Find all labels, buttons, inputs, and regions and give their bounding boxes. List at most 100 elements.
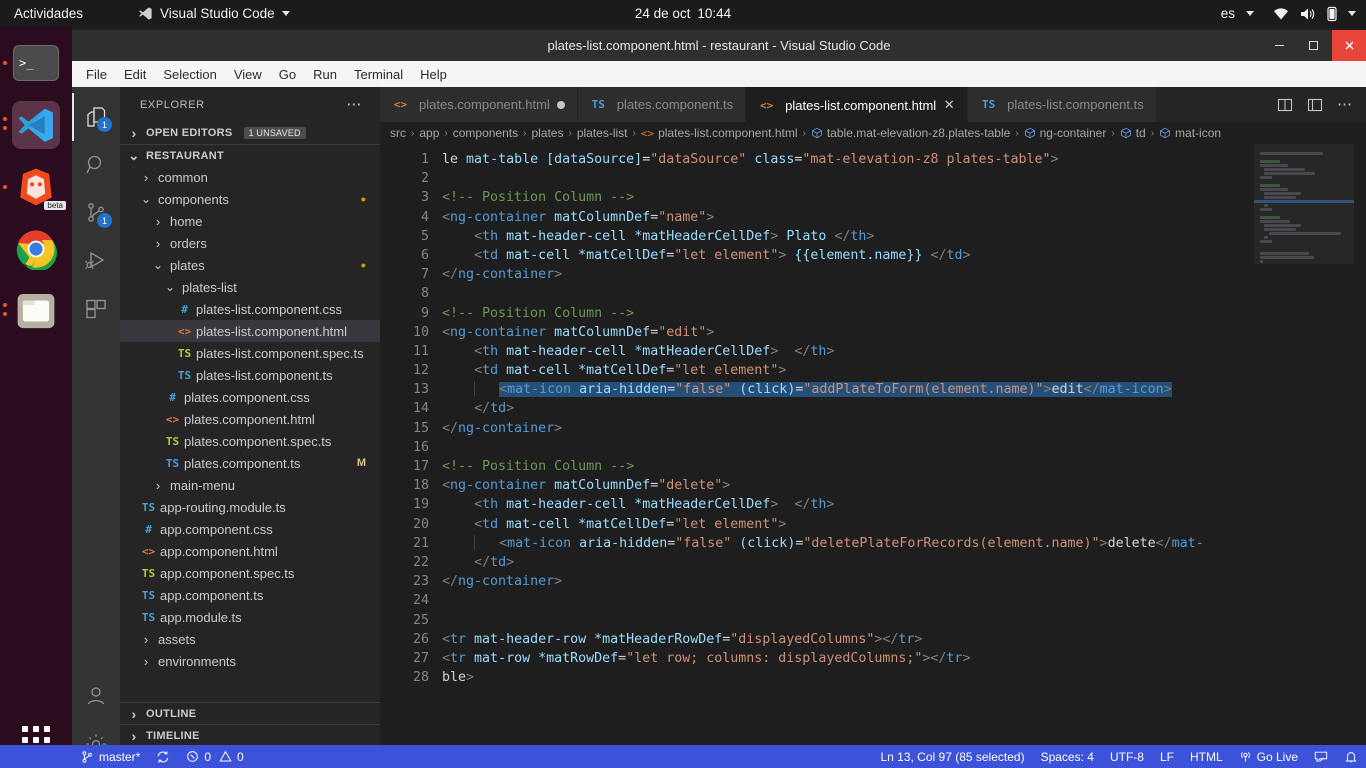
tree-folder[interactable]: ›environments	[120, 650, 380, 672]
editor-tab[interactable]: TSplates.component.ts	[578, 87, 746, 122]
sidebar-section-open-editors[interactable]: › OPEN EDITORS 1 UNSAVED	[120, 122, 380, 144]
code-line[interactable]: <!-- Position Column -->	[442, 304, 1366, 323]
code-line[interactable]: <!-- Position Column -->	[442, 188, 1366, 207]
code-line[interactable]: </ng-container>	[442, 265, 1366, 284]
code-line[interactable]: <!-- Position Column -->	[442, 457, 1366, 476]
dock-item-vscode[interactable]	[12, 101, 60, 149]
breadcrumb-item[interactable]: table.mat-elevation-z8.plates-table	[811, 126, 1010, 140]
code-line[interactable]: <mat-icon aria-hidden="false" (click)="d…	[442, 534, 1366, 553]
breadcrumb-item[interactable]: <>plates-list.component.html	[641, 126, 798, 140]
activitybar-item-search[interactable]	[72, 141, 120, 189]
sidebar-section-timeline[interactable]: › TIMELINE	[120, 724, 380, 746]
code-line[interactable]: <ng-container matColumnDef="delete">	[442, 476, 1366, 495]
code-line[interactable]: <ng-container matColumnDef="edit">	[442, 323, 1366, 342]
tree-folder[interactable]: ›assets	[120, 628, 380, 650]
split-editor-icon[interactable]	[1277, 97, 1293, 113]
status-sync[interactable]	[148, 745, 178, 768]
menu-file[interactable]: File	[86, 67, 107, 82]
activitybar-item-explorer[interactable]: 1	[72, 93, 120, 141]
minimize-button[interactable]	[1262, 30, 1296, 61]
tree-file[interactable]: #plates.component.css	[120, 386, 380, 408]
breadcrumb-item[interactable]: mat-icon	[1159, 126, 1221, 140]
menu-view[interactable]: View	[234, 67, 262, 82]
tree-file[interactable]: TSplates.component.spec.ts	[120, 430, 380, 452]
keyboard-layout-label[interactable]: es	[1221, 6, 1235, 21]
menu-edit[interactable]: Edit	[124, 67, 146, 82]
sidebar-section-outline[interactable]: › OUTLINE	[120, 702, 380, 724]
code-line[interactable]: ble>	[442, 668, 1366, 687]
minimap-slider[interactable]	[1254, 144, 1354, 264]
tree-folder[interactable]: ›orders	[120, 232, 380, 254]
tab-close-icon[interactable]: ✕	[943, 97, 955, 113]
minimap[interactable]	[1254, 144, 1354, 768]
code-line[interactable]	[442, 169, 1366, 188]
breadcrumb-item[interactable]: app	[419, 126, 439, 140]
status-cursor-position[interactable]: Ln 13, Col 97 (85 selected)	[872, 745, 1032, 768]
code-line[interactable]: </td>	[442, 399, 1366, 418]
code-line[interactable]: </ng-container>	[442, 419, 1366, 438]
tree-folder[interactable]: ⌄components●	[120, 188, 380, 210]
dock-item-files[interactable]	[12, 287, 60, 335]
code-line[interactable]: </ng-container>	[442, 572, 1366, 591]
breadcrumb-item[interactable]: src	[390, 126, 406, 140]
activitybar-item-accounts[interactable]	[72, 672, 120, 720]
breadcrumb-item[interactable]: components	[453, 126, 518, 140]
tree-file[interactable]: TSapp.component.ts	[120, 584, 380, 606]
breadcrumb-item[interactable]: ng-container	[1024, 126, 1107, 140]
code-content[interactable]: le mat-table [dataSource]="dataSource" c…	[442, 144, 1366, 687]
code-line[interactable]: <td mat-cell *matCellDef="let element">	[442, 361, 1366, 380]
tree-file[interactable]: TSapp.component.spec.ts	[120, 562, 380, 584]
dock-item-chrome[interactable]	[12, 225, 60, 273]
status-indentation[interactable]: Spaces: 4	[1033, 745, 1102, 768]
code-line[interactable]: <tr mat-row *matRowDef="let row; columns…	[442, 649, 1366, 668]
tree-file[interactable]: TSapp.module.ts	[120, 606, 380, 628]
editor-tab[interactable]: TSplates-list.component.ts	[968, 87, 1157, 122]
code-line[interactable]: <th mat-header-cell *matHeaderCellDef> P…	[442, 227, 1366, 246]
tree-file[interactable]: TSplates-list.component.ts	[120, 364, 380, 386]
code-editor[interactable]: 1234567891011121314151617181920212223242…	[380, 144, 1366, 768]
menu-selection[interactable]: Selection	[163, 67, 216, 82]
menu-terminal[interactable]: Terminal	[354, 67, 403, 82]
code-line[interactable]: le mat-table [dataSource]="dataSource" c…	[442, 150, 1366, 169]
status-go-live[interactable]: Go Live	[1231, 745, 1306, 768]
tree-folder[interactable]: ›main-menu	[120, 474, 380, 496]
activities-button[interactable]: Actividades	[14, 6, 83, 21]
tree-file[interactable]: TSapp-routing.module.ts	[120, 496, 380, 518]
dock-item-brave-beta[interactable]: beta	[12, 163, 60, 211]
status-branch[interactable]: master*	[72, 745, 148, 768]
code-line[interactable]: <ng-container matColumnDef="name">	[442, 208, 1366, 227]
status-eol[interactable]: LF	[1152, 745, 1182, 768]
tree-folder[interactable]: ›home	[120, 210, 380, 232]
breadcrumb-item[interactable]: plates-list	[577, 126, 628, 140]
more-actions-icon[interactable]: ⋯	[1337, 101, 1352, 109]
code-line[interactable]	[442, 591, 1366, 610]
status-problems[interactable]: 0 0	[178, 745, 251, 768]
activitybar-item-run-debug[interactable]	[72, 237, 120, 285]
editor-tab[interactable]: <>plates-list.component.html✕	[746, 87, 968, 122]
status-notifications[interactable]	[1336, 745, 1366, 768]
menu-help[interactable]: Help	[420, 67, 447, 82]
activitybar-item-source-control[interactable]: 1	[72, 189, 120, 237]
code-line[interactable]: </td>	[442, 553, 1366, 572]
sidebar-section-workspace[interactable]: ⌄ RESTAURANT	[120, 144, 380, 166]
activitybar-item-extensions[interactable]	[72, 285, 120, 333]
tree-file[interactable]: <>app.component.html	[120, 540, 380, 562]
code-line[interactable]: <mat-icon aria-hidden="false" (click)="a…	[442, 380, 1366, 399]
tree-file[interactable]: <>plates.component.html	[120, 408, 380, 430]
code-line[interactable]	[442, 611, 1366, 630]
code-line[interactable]	[442, 284, 1366, 303]
tree-folder[interactable]: ›common	[120, 166, 380, 188]
tree-file[interactable]: #plates-list.component.css	[120, 298, 380, 320]
app-menu-button[interactable]: Visual Studio Code	[138, 6, 290, 21]
status-encoding[interactable]: UTF-8	[1102, 745, 1152, 768]
more-actions-icon[interactable]: ⋯	[346, 100, 362, 110]
menu-run[interactable]: Run	[313, 67, 337, 82]
close-button[interactable]	[1332, 30, 1366, 61]
code-line[interactable]: <th mat-header-cell *matHeaderCellDef> <…	[442, 342, 1366, 361]
code-line[interactable]: <th mat-header-cell *matHeaderCellDef> <…	[442, 495, 1366, 514]
code-line[interactable]: <td mat-cell *matCellDef="let element">	[442, 515, 1366, 534]
breadcrumb-item[interactable]: plates	[531, 126, 563, 140]
layout-icon[interactable]	[1307, 97, 1323, 113]
tree-file[interactable]: <>plates-list.component.html	[120, 320, 380, 342]
dock-item-terminal[interactable]: >_	[12, 39, 60, 87]
